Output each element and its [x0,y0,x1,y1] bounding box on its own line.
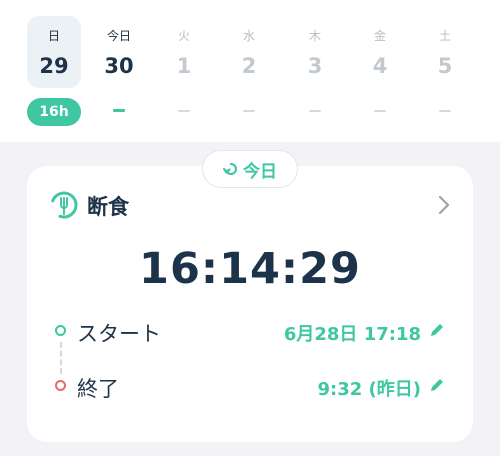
timeline-connector [60,342,62,374]
end-row[interactable]: 終了 9:32 (昨日) [27,371,473,401]
day-indicator [92,98,146,126]
day-thu[interactable]: 木 3 [288,16,342,88]
dash-divider [374,110,386,112]
day-name: 日 [47,29,60,43]
dash-divider [178,110,190,112]
day-fri[interactable]: 金 4 [353,16,407,88]
day-indicator [157,98,211,126]
day-indicator [288,98,342,126]
day-number: 5 [437,54,453,78]
day-indicator [222,98,276,126]
start-dot [55,325,66,336]
day-today[interactable]: 今日 30 [92,16,146,88]
fast-card[interactable]: 断食 16:14:29 スタート 6月28日 17:18 終了 9:32 (昨日… [27,166,473,442]
return-arrow-icon [223,162,238,176]
start-row[interactable]: スタート 6月28日 17:18 [27,316,473,346]
pencil-icon[interactable] [429,377,445,393]
chevron-right-icon[interactable] [437,194,451,216]
plate-fork-icon [50,191,78,219]
start-value[interactable]: 6月28日 17:18 [284,320,421,346]
dash-divider [113,109,125,112]
dash-divider [243,110,255,112]
day-indicator [418,98,472,126]
today-button-label: 今日 [243,161,277,182]
end-label: 終了 [77,377,119,401]
day-number: 3 [307,54,323,78]
day-name: 土 [438,29,451,43]
today-button[interactable]: 今日 [202,150,298,188]
day-name: 水 [242,29,255,43]
week-strip: 日 29 今日 30 火 1 水 2 木 3 金 4 土 5 16h [0,0,500,142]
dash-divider [309,110,321,112]
card-title: 断食 [87,195,129,219]
day-tue[interactable]: 火 1 [157,16,211,88]
day-sat[interactable]: 土 5 [418,16,472,88]
day-name: 木 [308,29,321,43]
day-name: 今日 [106,29,131,43]
day-number: 29 [39,54,69,78]
start-label: スタート [77,322,161,346]
day-sun[interactable]: 日 29 [27,16,81,88]
day-name: 金 [373,29,386,43]
day-name: 火 [177,29,190,43]
end-dot [55,380,66,391]
day-number: 30 [104,54,134,78]
day-number: 2 [241,54,257,78]
day-indicator: 16h [27,98,81,126]
dash-divider [439,110,451,112]
fast-timer: 16:14:29 [139,244,361,294]
day-number: 4 [372,54,388,78]
day-number: 1 [176,54,192,78]
fast-duration-badge: 16h [27,98,81,126]
day-indicator [353,98,407,126]
end-value[interactable]: 9:32 (昨日) [318,375,422,401]
pencil-icon[interactable] [429,322,445,338]
day-wed[interactable]: 水 2 [222,16,276,88]
